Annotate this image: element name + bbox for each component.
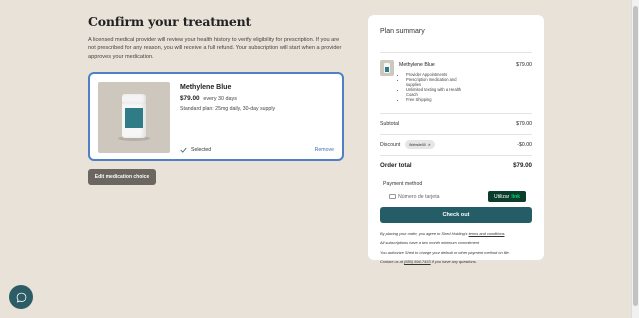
divider: [380, 52, 532, 53]
discount-label: Discount: [380, 142, 401, 148]
scrollbar-thumb[interactable]: [633, 6, 638, 306]
discount-code-chip[interactable]: Website50 ✕: [405, 140, 435, 149]
discount-value: -$0.00: [517, 142, 532, 148]
legal-line: By placing your order, you agree to Shed…: [380, 231, 468, 236]
subtotal-value: $79.00: [516, 121, 532, 127]
check-icon: [180, 147, 187, 153]
summary-item-name: Methylene Blue: [399, 62, 435, 68]
legal-line: All subscriptions have a two month minim…: [380, 240, 480, 246]
feature-list: Provider Appointments Prescription medic…: [404, 72, 464, 102]
terms-link[interactable]: terms and conditions: [469, 231, 505, 236]
remove-discount-icon[interactable]: ✕: [428, 143, 431, 147]
intro-text: A licensed medical provider will review …: [88, 37, 342, 60]
feature-item: Prescription medication and supplies: [406, 77, 464, 87]
summary-item-price: $79.00: [516, 62, 532, 68]
product-plan: Standard plan: 25mg daily, 30-day supply: [180, 106, 276, 112]
phone-link[interactable]: (650) 694-7433: [404, 259, 431, 264]
summary-product-thumbnail: [380, 60, 394, 76]
legal-line: Contact us at: [380, 258, 403, 264]
chat-icon: [16, 292, 26, 303]
scrollbar[interactable]: [631, 0, 639, 318]
legal-punct: .: [504, 231, 506, 236]
legal-text: By placing your order, you agree to Shed…: [380, 229, 536, 266]
edit-medication-button[interactable]: Edit medication choice: [88, 169, 156, 185]
card-number-field[interactable]: Utilizar link: [382, 190, 530, 203]
order-total-label: Order total: [380, 162, 412, 169]
selected-label: Selected: [191, 147, 212, 153]
subtotal-label: Subtotal: [380, 121, 400, 127]
discount-code: Website50: [409, 142, 426, 147]
divider: [380, 134, 532, 135]
remove-link[interactable]: Remove: [315, 147, 334, 153]
legal-line: You authorize Shed to charge your defaul…: [380, 249, 510, 255]
payment-method-title: Payment method: [383, 181, 423, 187]
plan-summary-card: Plan summary Methylene Blue $79.00 Provi…: [368, 15, 544, 264]
chat-button[interactable]: [9, 285, 33, 309]
link-logo: link: [511, 193, 520, 200]
product-card[interactable]: Methylene Blue $79.00 every 30 days Stan…: [88, 72, 344, 161]
legal-line: if you have any questions.: [431, 258, 477, 264]
product-name: Methylene Blue: [180, 84, 232, 91]
link-pay-button[interactable]: Utilizar link: [488, 191, 526, 202]
checkout-button[interactable]: Check out: [380, 207, 532, 223]
link-button-label: Utilizar: [494, 193, 510, 200]
divider: [380, 155, 532, 156]
feature-item: Unlimited texting with a Health Coach: [406, 87, 464, 97]
product-image: [98, 82, 170, 153]
card-number-input[interactable]: [398, 190, 486, 203]
page-title: Confirm your treatment: [88, 14, 252, 29]
credit-card-icon: [389, 194, 396, 199]
product-price: $79.00: [180, 95, 200, 102]
plan-summary-title: Plan summary: [380, 28, 425, 35]
divider: [380, 113, 532, 114]
order-total-value: $79.00: [513, 162, 532, 169]
product-price-row: $79.00 every 30 days: [180, 95, 237, 102]
product-cycle: every 30 days: [203, 96, 237, 102]
selected-indicator: Selected: [180, 147, 211, 153]
feature-item: Free Shipping: [406, 97, 464, 102]
